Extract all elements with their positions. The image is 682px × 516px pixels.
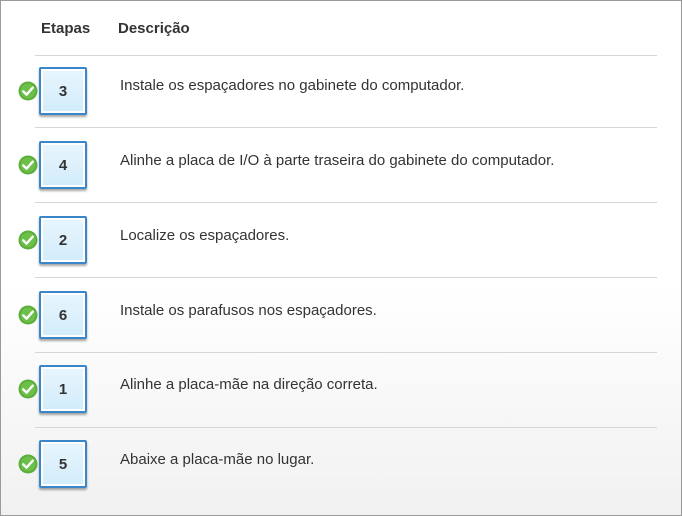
- row-divider: [35, 127, 657, 128]
- step-number-tile[interactable]: 1: [39, 365, 87, 413]
- step-number-tile[interactable]: 5: [39, 440, 87, 488]
- step-row: 4 Alinhe a placa de I/O à parte traseira…: [1, 129, 681, 204]
- step-description: Localize os espaçadores.: [120, 227, 290, 244]
- row-divider: [35, 277, 657, 278]
- checkmark-circle-icon: [18, 379, 38, 399]
- checkmark-circle-icon: [18, 81, 38, 101]
- step-number-tile[interactable]: 2: [39, 216, 87, 264]
- step-number-tile[interactable]: 4: [39, 141, 87, 189]
- steps-column-header: Etapas: [41, 20, 91, 37]
- step-row: 1 Alinhe a placa-mãe na direção correta.: [1, 353, 681, 428]
- checkmark-circle-icon: [18, 155, 38, 175]
- step-description: Alinhe a placa-mãe na direção correta.: [120, 376, 378, 393]
- ordering-activity-panel: Etapas Descrição 3 Instale os espaçadore…: [0, 0, 682, 516]
- step-number-tile[interactable]: 3: [39, 67, 87, 115]
- checkmark-circle-icon: [18, 454, 38, 474]
- table-header: Etapas Descrição: [1, 1, 681, 55]
- step-number-tile[interactable]: 6: [39, 291, 87, 339]
- step-description: Alinhe a placa de I/O à parte traseira d…: [120, 152, 555, 169]
- step-row: 3 Instale os espaçadores no gabinete do …: [1, 54, 681, 129]
- checkmark-circle-icon: [18, 230, 38, 250]
- checkmark-circle-icon: [18, 305, 38, 325]
- description-column-header: Descrição: [118, 20, 190, 37]
- step-description: Instale os parafusos nos espaçadores.: [120, 302, 377, 319]
- step-description: Abaixe a placa-mãe no lugar.: [120, 451, 315, 468]
- step-row: 2 Localize os espaçadores.: [1, 204, 681, 279]
- step-row: 5 Abaixe a placa-mãe no lugar.: [1, 428, 681, 503]
- step-description: Instale os espaçadores no gabinete do co…: [120, 77, 465, 94]
- row-divider: [35, 202, 657, 203]
- step-row: 6 Instale os parafusos nos espaçadores.: [1, 279, 681, 354]
